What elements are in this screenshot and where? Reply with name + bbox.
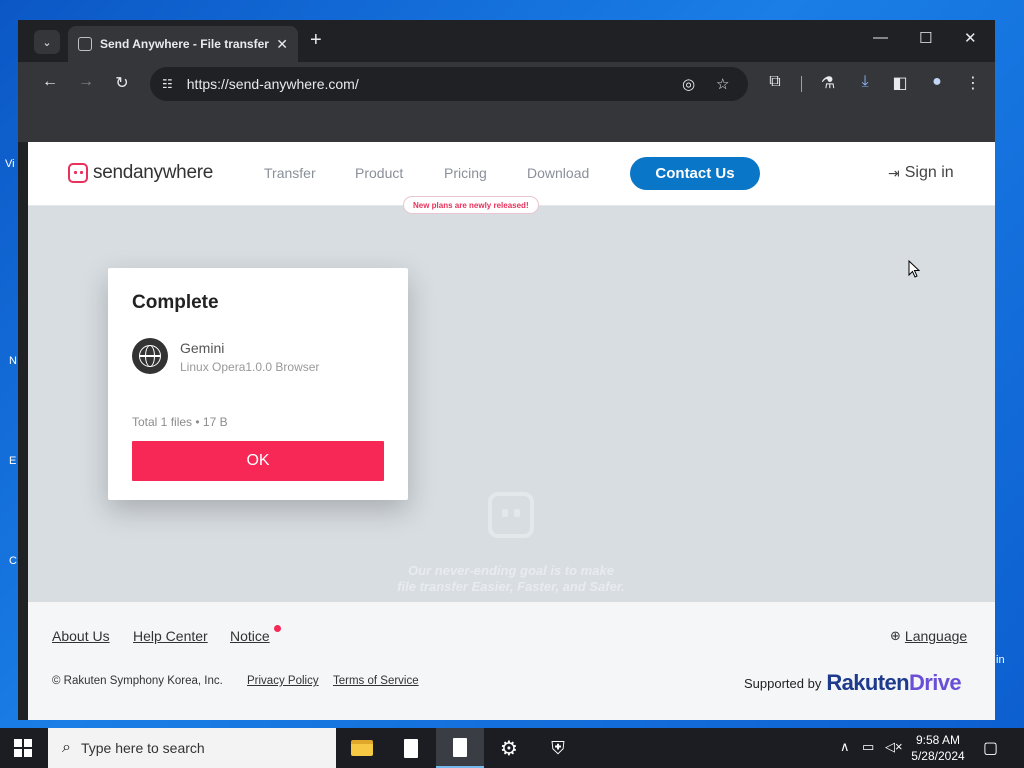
sendanywhere-watermark-icon	[488, 492, 534, 538]
about-us-link[interactable]: About Us	[52, 628, 110, 644]
desktop-icon-label[interactable]: Vi	[5, 158, 15, 170]
notepad-app[interactable]	[387, 728, 435, 768]
desktop-icon-label[interactable]: in	[996, 654, 1005, 666]
profile-avatar-icon[interactable]: ●	[926, 73, 948, 91]
reload-icon[interactable]: ↻	[111, 73, 133, 93]
nav-product[interactable]: Product	[355, 165, 403, 181]
notice-badge	[274, 625, 281, 632]
browser-device-icon	[132, 338, 168, 374]
device-description: Linux Opera1.0.0 Browser	[180, 360, 320, 374]
tab-strip: ⌄ Send Anywhere - File transfer ✕ + — ☐ …	[18, 20, 995, 62]
notification-icon[interactable]: ▢	[983, 738, 998, 758]
clock-date: 5/28/2024	[911, 749, 965, 763]
eye-off-icon[interactable]: ◎	[682, 75, 695, 93]
toolbar-divider	[801, 76, 802, 92]
search-placeholder: Type here to search	[80, 740, 205, 756]
settings-app[interactable]: ⚙	[485, 728, 533, 768]
search-icon: ⌕	[62, 739, 71, 756]
forward-icon[interactable]: →	[75, 73, 97, 91]
back-icon[interactable]: ←	[39, 73, 61, 91]
volume-muted-icon[interactable]: ◁×	[885, 739, 903, 755]
sign-in-link[interactable]: ⇥ Sign in	[888, 164, 954, 182]
tab-send-anywhere[interactable]: Send Anywhere - File transfer ✕	[68, 26, 298, 62]
extensions-icon[interactable]: ⧉	[764, 73, 786, 91]
privacy-policy-link[interactable]: Privacy Policy	[247, 675, 319, 687]
transfer-total: Total 1 files • 17 B	[132, 415, 228, 429]
chevron-down-icon: ⌄	[42, 36, 52, 49]
pricing-badge[interactable]: New plans are newly released!	[403, 196, 539, 214]
logo-mark-icon	[68, 163, 88, 183]
minimize-button[interactable]: —	[873, 29, 888, 46]
sign-in-icon: ⇥	[888, 164, 900, 181]
nav-transfer[interactable]: Transfer	[264, 165, 316, 181]
side-panel-icon[interactable]: ◧	[889, 73, 911, 93]
language-label: Language	[904, 628, 968, 644]
help-center-link[interactable]: Help Center	[133, 628, 208, 644]
dialog-title: Complete	[132, 292, 219, 313]
menu-icon[interactable]: ⋮	[962, 73, 984, 93]
rakuten-drive-logo: RakutenDrive	[826, 670, 961, 695]
tab-search-button[interactable]: ⌄	[34, 30, 60, 54]
contact-us-button[interactable]: Contact Us	[630, 157, 760, 190]
desktop-icon-label[interactable]: N	[9, 355, 17, 367]
supported-by[interactable]: Supported by RakutenDrive	[744, 670, 962, 696]
globe-icon	[139, 345, 161, 367]
taskbar-search[interactable]: ⌕ Type here to search	[48, 728, 336, 768]
notice-link[interactable]: Notice	[230, 628, 270, 644]
document-icon	[453, 737, 467, 757]
tab-title: Send Anywhere - File transfer	[100, 37, 269, 51]
complete-dialog: Complete Gemini Linux Opera1.0.0 Browser…	[108, 268, 408, 500]
page-viewport: sendanywhere Transfer Product Pricing Do…	[28, 142, 995, 720]
sendanywhere-logo[interactable]: sendanywhere	[68, 162, 213, 184]
clock-time: 9:58 AM	[915, 733, 961, 747]
tray-chevron-icon[interactable]: ∧	[840, 739, 850, 755]
security-app[interactable]: ⛨	[534, 728, 582, 768]
window-close-button[interactable]: ✕	[964, 29, 977, 47]
star-icon[interactable]: ☆	[716, 75, 729, 93]
logo-text: sendanywhere	[93, 162, 213, 183]
globe-icon: ⊕	[890, 628, 901, 643]
language-selector[interactable]: ⊕ Language	[890, 628, 967, 644]
sign-in-label: Sign in	[904, 164, 954, 181]
shield-icon: ⛨	[551, 737, 565, 758]
system-clock[interactable]: 9:58 AM 5/28/2024	[906, 732, 970, 764]
gear-icon: ⚙	[500, 737, 518, 760]
close-icon[interactable]: ✕	[276, 36, 288, 53]
labs-icon[interactable]: ⚗	[817, 73, 839, 93]
terms-of-service-link[interactable]: Terms of Service	[333, 675, 419, 687]
windows-start-icon[interactable]	[14, 739, 32, 757]
download-icon[interactable]: ⤓	[854, 73, 876, 91]
supported-by-label: Supported by	[744, 675, 822, 691]
document-icon	[404, 738, 418, 758]
browser-toolbar: ← → ↻ ☷ https://send-anywhere.com/ ◎ ☆ ⧉…	[18, 62, 995, 106]
desktop-icon-label[interactable]: C	[9, 555, 17, 567]
site-footer: About Us Help Center Notice ⊕ Language ©…	[28, 602, 995, 720]
nav-pricing[interactable]: Pricing	[444, 165, 487, 181]
network-icon[interactable]: ▭	[862, 739, 874, 755]
active-document-app[interactable]	[436, 728, 484, 768]
copyright: © Rakuten Symphony Korea, Inc.	[52, 675, 223, 687]
browser-window: ⌄ Send Anywhere - File transfer ✕ + — ☐ …	[18, 20, 995, 720]
address-bar[interactable]: ☷ https://send-anywhere.com/ ◎ ☆	[150, 67, 748, 101]
url-text[interactable]: https://send-anywhere.com/	[187, 76, 359, 92]
folder-icon	[351, 740, 373, 756]
maximize-button[interactable]: ☐	[919, 29, 932, 47]
slogan: Our never-ending goal is to make file tr…	[397, 563, 625, 594]
new-tab-button[interactable]: +	[310, 29, 322, 52]
ok-button[interactable]: OK	[132, 441, 384, 481]
favicon-icon	[78, 37, 92, 51]
device-name: Gemini	[180, 340, 225, 356]
desktop-icon-label[interactable]: E	[9, 455, 16, 467]
file-explorer-app[interactable]	[338, 728, 386, 768]
info-bar	[18, 106, 995, 142]
site-info-icon[interactable]: ☷	[162, 77, 173, 91]
nav-download[interactable]: Download	[527, 165, 589, 181]
mouse-cursor-icon	[908, 260, 920, 278]
taskbar: ⌕ Type here to search ⚙ ⛨ ∧ ▭ ◁× 9:58 AM…	[0, 728, 1024, 768]
